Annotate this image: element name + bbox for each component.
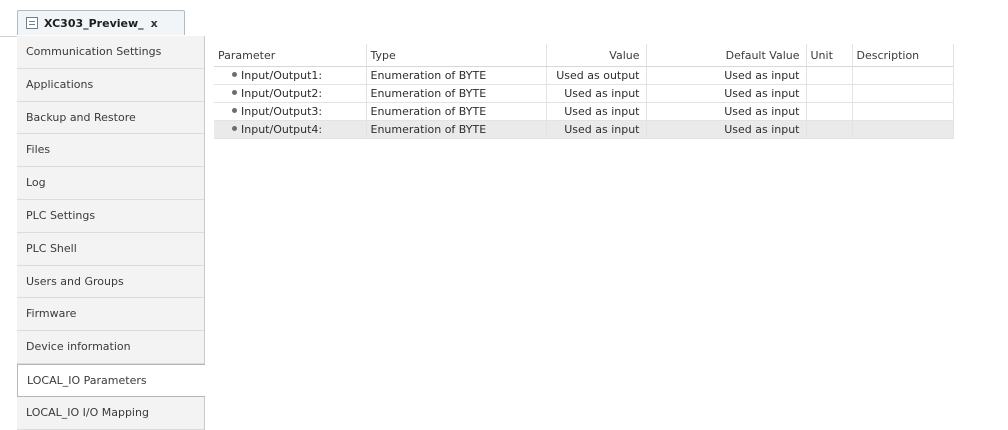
column-header-value[interactable]: Value <box>546 44 647 67</box>
sidebar-item-communication-settings[interactable]: Communication Settings <box>17 36 204 69</box>
default-value-cell: Used as input <box>646 120 807 139</box>
description-cell <box>852 66 954 85</box>
sidebar-item-users-and-groups[interactable]: Users and Groups <box>17 266 204 299</box>
parameter-cell: Input/Output1: <box>214 66 367 85</box>
tab-xc303-preview[interactable]: XC303_Preview_ x <box>17 10 185 35</box>
parameter-icon <box>232 108 237 113</box>
device-settings-nav: Communication Settings Applications Back… <box>17 36 205 430</box>
parameter-icon <box>232 72 237 77</box>
sidebar-item-applications[interactable]: Applications <box>17 69 204 102</box>
parameters-table: Parameter Type Value Default Value Unit … <box>214 44 954 139</box>
type-cell: Enumeration of BYTE <box>366 66 547 85</box>
parameter-name: Input/Output1: <box>241 69 323 82</box>
description-cell <box>852 102 954 121</box>
value-cell[interactable]: Used as input <box>546 102 647 121</box>
unit-cell <box>806 84 853 103</box>
sidebar-item-device-information[interactable]: Device information <box>17 331 204 364</box>
parameter-icon <box>232 126 237 131</box>
type-cell: Enumeration of BYTE <box>366 84 547 103</box>
column-header-parameter[interactable]: Parameter <box>214 44 367 67</box>
value-cell[interactable]: Used as input <box>546 84 647 103</box>
default-value-cell: Used as input <box>646 102 807 121</box>
sidebar-item-local-io-io-mapping[interactable]: LOCAL_IO I/O Mapping <box>17 397 204 430</box>
parameter-name: Input/Output3: <box>241 105 323 118</box>
close-icon[interactable]: x <box>151 17 158 30</box>
device-editor-icon <box>26 17 38 29</box>
sidebar-item-plc-settings[interactable]: PLC Settings <box>17 200 204 233</box>
table-header-row: Parameter Type Value Default Value Unit … <box>214 44 954 67</box>
type-cell: Enumeration of BYTE <box>366 102 547 121</box>
sidebar-item-files[interactable]: Files <box>17 134 204 168</box>
parameter-cell: Input/Output3: <box>214 102 367 121</box>
parameter-cell: Input/Output4: <box>214 120 367 139</box>
table-row[interactable]: Input/Output2: Enumeration of BYTE Used … <box>214 84 954 103</box>
sidebar-item-firmware[interactable]: Firmware <box>17 298 204 332</box>
parameter-name: Input/Output2: <box>241 87 323 100</box>
parameter-name: Input/Output4: <box>241 123 323 136</box>
description-cell <box>852 84 954 103</box>
tab-title: XC303_Preview_ <box>44 16 144 30</box>
sidebar-item-backup-and-restore[interactable]: Backup and Restore <box>17 102 204 135</box>
column-header-default-value[interactable]: Default Value <box>646 44 807 67</box>
unit-cell <box>806 102 853 121</box>
parameters-panel: Parameter Type Value Default Value Unit … <box>205 36 1008 430</box>
table-row[interactable]: Input/Output3: Enumeration of BYTE Used … <box>214 102 954 121</box>
unit-cell <box>806 66 853 85</box>
table-row[interactable]: Input/Output1: Enumeration of BYTE Used … <box>214 66 954 85</box>
value-cell[interactable]: Used as output <box>546 66 647 85</box>
default-value-cell: Used as input <box>646 66 807 85</box>
editor-tab-strip: XC303_Preview_ x <box>0 0 1008 37</box>
default-value-cell: Used as input <box>646 84 807 103</box>
type-cell: Enumeration of BYTE <box>366 120 547 139</box>
unit-cell <box>806 120 853 139</box>
column-header-description[interactable]: Description <box>852 44 954 67</box>
column-header-type[interactable]: Type <box>366 44 547 67</box>
sidebar-item-plc-shell[interactable]: PLC Shell <box>17 233 204 266</box>
parameter-icon <box>232 90 237 95</box>
description-cell <box>852 120 954 139</box>
sidebar-item-local-io-parameters[interactable]: LOCAL_IO Parameters <box>17 363 205 397</box>
column-header-unit[interactable]: Unit <box>806 44 853 67</box>
value-cell[interactable]: Used as input <box>546 120 647 139</box>
parameter-cell: Input/Output2: <box>214 84 367 103</box>
table-row[interactable]: Input/Output4: Enumeration of BYTE Used … <box>214 120 954 139</box>
sidebar-item-log[interactable]: Log <box>17 167 204 200</box>
